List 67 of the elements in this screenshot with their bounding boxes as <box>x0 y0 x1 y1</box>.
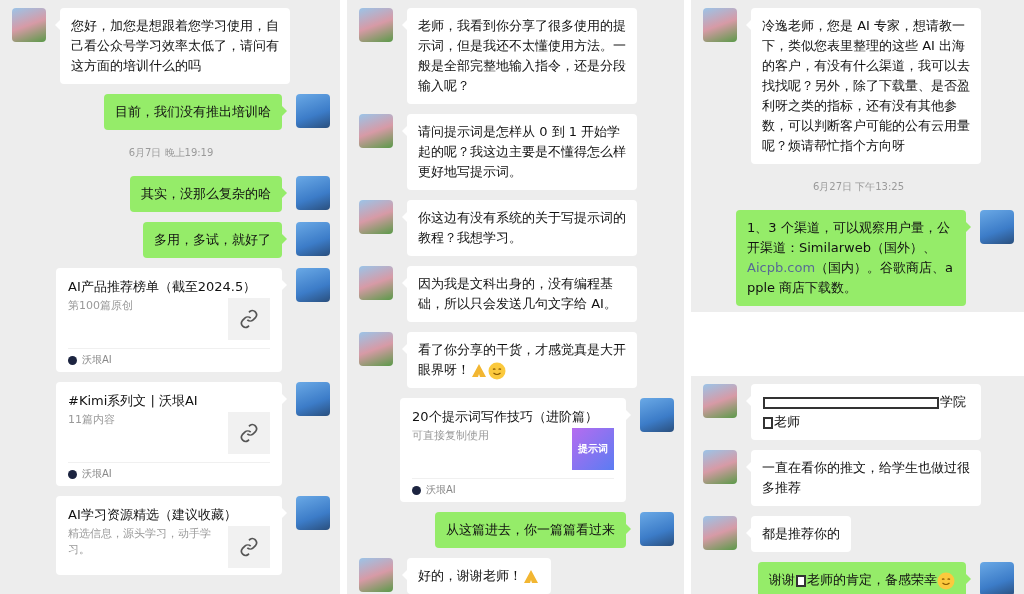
article-card[interactable]: AI产品推荐榜单（截至2024.5） 第100篇原创 沃垠AI <box>56 268 282 372</box>
smiling-face-icon <box>488 361 506 380</box>
own-avatar[interactable] <box>980 562 1014 594</box>
own-avatar[interactable] <box>296 382 330 416</box>
message-bubble: 看了你分享的干货，才感觉真是大开眼界呀！ <box>407 332 637 388</box>
card-description: 可直接复制使用 <box>412 428 489 444</box>
own-avatar[interactable] <box>296 94 330 128</box>
card-description: 第100篇原创 <box>68 298 133 314</box>
card-source: 沃垠AI <box>82 467 112 481</box>
account-logo-icon <box>68 469 77 479</box>
card-title: #Kimi系列文 | 沃垠AI <box>68 392 199 410</box>
message-bubble: 目前，我们没有推出培训哈 <box>104 94 282 130</box>
own-avatar[interactable] <box>640 512 674 546</box>
card-title: AI产品推荐榜单（截至2024.5） <box>68 278 258 296</box>
link[interactable]: Aicpb.com <box>747 260 816 275</box>
message-bubble: 都是推荐你的 <box>751 516 851 552</box>
own-avatar[interactable] <box>640 398 674 432</box>
timestamp: 6月27日 下午13:25 <box>812 180 905 194</box>
card-title: 20个提示词写作技巧（进阶篇） <box>412 408 599 426</box>
message-bubble: 老师，我看到你分享了很多使用的提示词，但是我还不太懂使用方法。一般是全部完整地输入指令，还是分段输入呢？ <box>407 8 637 104</box>
message-bubble: 学院 老师 <box>751 384 981 440</box>
own-avatar[interactable] <box>296 176 330 210</box>
own-avatar[interactable] <box>296 222 330 256</box>
message-bubble: 其实，没那么复杂的哈 <box>130 176 282 212</box>
redaction-box <box>796 574 806 587</box>
redaction-box <box>763 416 773 429</box>
contact-avatar[interactable] <box>359 8 393 42</box>
contact-avatar[interactable] <box>703 8 737 42</box>
article-card[interactable]: AI学习资源精选（建议收藏） 精选信息，源头学习，动手学习。 <box>56 496 282 575</box>
message-bubble: 多用，多试，就好了 <box>143 222 282 258</box>
contact-avatar[interactable] <box>703 450 737 484</box>
message-bubble: 冷逸老师，您是 AI 专家，想请教一下，类似您表里整理的这些 AI 出海的客户，有没有什么渠道，我可以去找找呢？另外，除了下载量、是否盈利呀之类的指标，还有没有其他参数，可以判断客户可能的公有云用量呢？烦请帮忙指个方向呀 <box>751 8 981 164</box>
contact-avatar[interactable] <box>359 558 393 592</box>
message-bubble: 请问提示词是怎样从 0 到 1 开始学起的呢？我这边主要是不懂得怎么样更好地写提示词。 <box>407 114 637 190</box>
message-bubble: 您好，加您是想跟着您学习使用，自己看公众号学习效率太低了，请问有这方面的培训什么的吗 <box>60 8 290 84</box>
contact-avatar[interactable] <box>12 8 46 42</box>
own-avatar[interactable] <box>296 496 330 530</box>
account-logo-icon <box>68 355 77 365</box>
contact-avatar[interactable] <box>703 384 737 418</box>
message-bubble: 从这篇进去，你一篇篇看过来 <box>435 512 626 548</box>
contact-avatar[interactable] <box>703 516 737 550</box>
account-logo-icon <box>412 485 421 495</box>
message-bubble: 好的，谢谢老师！ <box>407 558 551 594</box>
card-title: AI学习资源精选（建议收藏） <box>68 506 238 524</box>
card-source: 沃垠AI <box>426 483 456 497</box>
link-icon <box>239 309 259 329</box>
contact-avatar[interactable] <box>359 332 393 366</box>
card-description: 精选信息，源头学习，动手学习。 <box>68 526 212 558</box>
timestamp: 6月7日 晚上19:19 <box>128 146 214 160</box>
link-icon <box>239 423 259 443</box>
card-source: 沃垠AI <box>82 353 112 367</box>
own-avatar[interactable] <box>980 210 1014 244</box>
link-icon <box>239 537 259 557</box>
contact-avatar[interactable] <box>359 114 393 148</box>
message-bubble: 一直在看你的推文，给学生也做过很多推荐 <box>751 450 981 506</box>
own-avatar[interactable] <box>296 268 330 302</box>
message-bubble: 因为我是文科出身的，没有编程基础，所以只会发送几句文字给 AI。 <box>407 266 637 322</box>
article-card[interactable]: #Kimi系列文 | 沃垠AI 11篇内容 沃垠AI <box>56 382 282 486</box>
article-card[interactable]: 20个提示词写作技巧（进阶篇） 可直接复制使用 提示词 沃垠AI <box>400 398 626 502</box>
card-description: 11篇内容 <box>68 412 115 428</box>
contact-avatar[interactable] <box>359 200 393 234</box>
message-bubble: 1、3 个渠道，可以观察用户量，公开渠道：Similarweb（国外）、 Aicpb.com（国内）。谷歌商店、apple 商店下载数。 <box>736 210 966 306</box>
message-bubble: 谢谢 老师的肯定，备感荣幸 <box>758 562 966 594</box>
card-thumbnail: 提示词 <box>572 428 614 470</box>
smiling-face-icon <box>937 571 955 590</box>
message-bubble: 你这边有没有系统的关于写提示词的教程？我想学习。 <box>407 200 637 256</box>
contact-avatar[interactable] <box>359 266 393 300</box>
